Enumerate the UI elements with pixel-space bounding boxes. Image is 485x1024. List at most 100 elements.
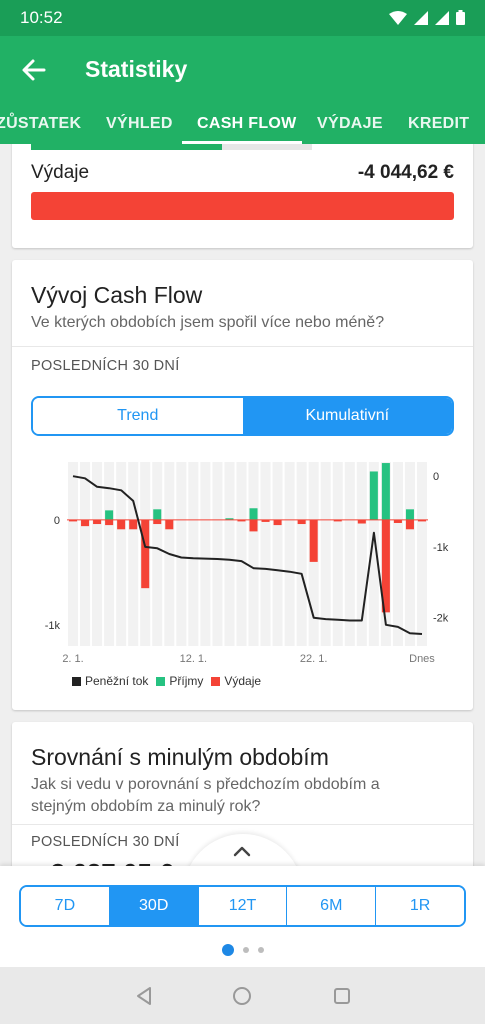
expense-bar [165, 519, 174, 530]
legend-swatch [72, 676, 81, 686]
y-left-tick-label: 0 [54, 515, 60, 527]
back-triangle-icon[interactable] [133, 985, 155, 1007]
income-bar [105, 510, 114, 520]
comparison-title: Srovnání s minulým obdobím [31, 744, 329, 770]
expense-bar [309, 519, 318, 562]
legend-label: Příjmy [169, 674, 204, 688]
status-time: 10:52 [20, 8, 63, 27]
grid-band [200, 462, 211, 646]
summary-card: Výdaje -4 044,62 € [12, 144, 473, 248]
expense-bar [249, 519, 258, 532]
grid-band [260, 462, 271, 646]
system-nav-bar [0, 967, 485, 1024]
grid-band [92, 462, 103, 646]
page-title: Statistiky [85, 56, 188, 82]
x-tick-label: 22. 1. [300, 653, 328, 665]
expense-bar [297, 519, 306, 525]
range-selector: 7D 30D 12T 6M 1R [19, 885, 466, 927]
range-12t-button[interactable]: 12T [198, 887, 288, 925]
arrow-left-icon[interactable] [18, 54, 50, 86]
expense-bar [405, 519, 414, 530]
cumulative-toggle-button[interactable]: Kumulativní [242, 398, 452, 434]
battery-icon [456, 10, 465, 25]
range-1r-button[interactable]: 1R [376, 887, 464, 925]
income-bar [249, 508, 258, 520]
tab-zustatek[interactable]: ZŮSTATEK [0, 104, 81, 144]
grid-band [404, 462, 415, 646]
grid-band [284, 462, 295, 646]
grid-band [152, 462, 163, 646]
tab-vydaje[interactable]: VÝDAJE [317, 104, 383, 144]
expenses-label: Výdaje [31, 162, 90, 183]
cashflow-title: Vývoj Cash Flow [31, 282, 203, 308]
income-bar [381, 463, 390, 520]
expense-bar [141, 519, 150, 589]
expense-bar [153, 519, 162, 525]
page-indicator [0, 944, 485, 956]
range-6m-button[interactable]: 6M [287, 887, 377, 925]
y-right-tick-label: -1k [433, 542, 449, 554]
trend-toggle-button[interactable]: Trend [33, 398, 243, 434]
divider [12, 824, 473, 825]
home-circle-icon[interactable] [231, 985, 253, 1007]
view-toggle: Trend Kumulativní [31, 396, 454, 436]
legend-item-cashflow: Peněžní tok [72, 674, 148, 688]
range-30d-button[interactable]: 30D [109, 887, 199, 925]
grid-band [248, 462, 259, 646]
income-progress-bar [31, 144, 312, 150]
cell-signal-r-icon [435, 10, 449, 25]
tab-bar: ZŮSTATEK VÝHLED CASH FLOW VÝDAJE KREDIT [0, 104, 485, 144]
expense-bar [273, 519, 282, 526]
legend-label: Peněžní tok [85, 674, 149, 688]
chart-legend: Peněžní tok Příjmy Výdaje [72, 674, 261, 688]
expenses-value: -4 044,62 € [357, 162, 454, 183]
grid-band [212, 462, 223, 646]
app-bar: Statistiky ZŮSTATEK VÝHLED CASH FLOW VÝD… [0, 36, 485, 144]
content-scroll[interactable]: Výdaje -4 044,62 € Vývoj Cash Flow Ve kt… [0, 144, 485, 967]
grid-band [224, 462, 235, 646]
x-tick-label: Dnes [409, 653, 435, 665]
tab-kredit[interactable]: KREDIT [408, 104, 469, 144]
chevron-up-icon[interactable] [232, 844, 252, 858]
expenses-bar [31, 192, 454, 220]
grid-band [416, 462, 427, 646]
grid-band [392, 462, 403, 646]
cell-signal-icon [414, 10, 428, 25]
grid-band [128, 462, 139, 646]
grid-band [344, 462, 355, 646]
expense-bar [93, 519, 102, 525]
y-right-tick-label: -2k [433, 613, 449, 625]
comparison-subtitle: Jak si vedu v porovnání s předchozím obd… [31, 776, 380, 815]
grid-band [80, 462, 91, 646]
income-progress-fill [31, 144, 223, 150]
grid-band [176, 462, 187, 646]
cashflow-subtitle: Ve kterých obdobích jsem spořil více neb… [31, 314, 385, 331]
income-bar [369, 471, 378, 520]
tab-vyhled[interactable]: VÝHLED [106, 104, 173, 144]
wifi-icon [389, 10, 407, 25]
recents-square-icon[interactable] [331, 985, 353, 1007]
expense-bar [81, 519, 90, 527]
divider [12, 346, 473, 347]
page-dot-active[interactable] [221, 944, 234, 956]
grid-band [296, 462, 307, 646]
page-dot[interactable] [257, 947, 264, 953]
y-left-tick-label: -1k [45, 620, 61, 632]
expense-bar [105, 519, 114, 526]
legend-swatch [156, 676, 166, 686]
income-bar [153, 509, 162, 520]
range-7d-button[interactable]: 7D [21, 887, 110, 925]
status-bar: 10:52 [0, 0, 485, 36]
page-dot[interactable] [242, 947, 249, 953]
y-right-tick-label: 0 [433, 471, 439, 483]
grid-band [68, 462, 79, 646]
expense-bar [357, 519, 366, 524]
comparison-period-label: POSLEDNÍCH 30 DNÍ [31, 834, 180, 850]
x-tick-label: 2. 1. [62, 653, 83, 665]
tab-cash-flow[interactable]: CASH FLOW [197, 104, 297, 144]
grid-band [272, 462, 283, 646]
status-icons [389, 10, 465, 25]
cashflow-chart: 0 -1k 0 -1k -2k 2. 1. 12. 1. 22. 1. Dnes [45, 462, 449, 665]
period-label: POSLEDNÍCH 30 DNÍ [31, 358, 180, 374]
legend-item-expenses: Výdaje [211, 674, 261, 688]
